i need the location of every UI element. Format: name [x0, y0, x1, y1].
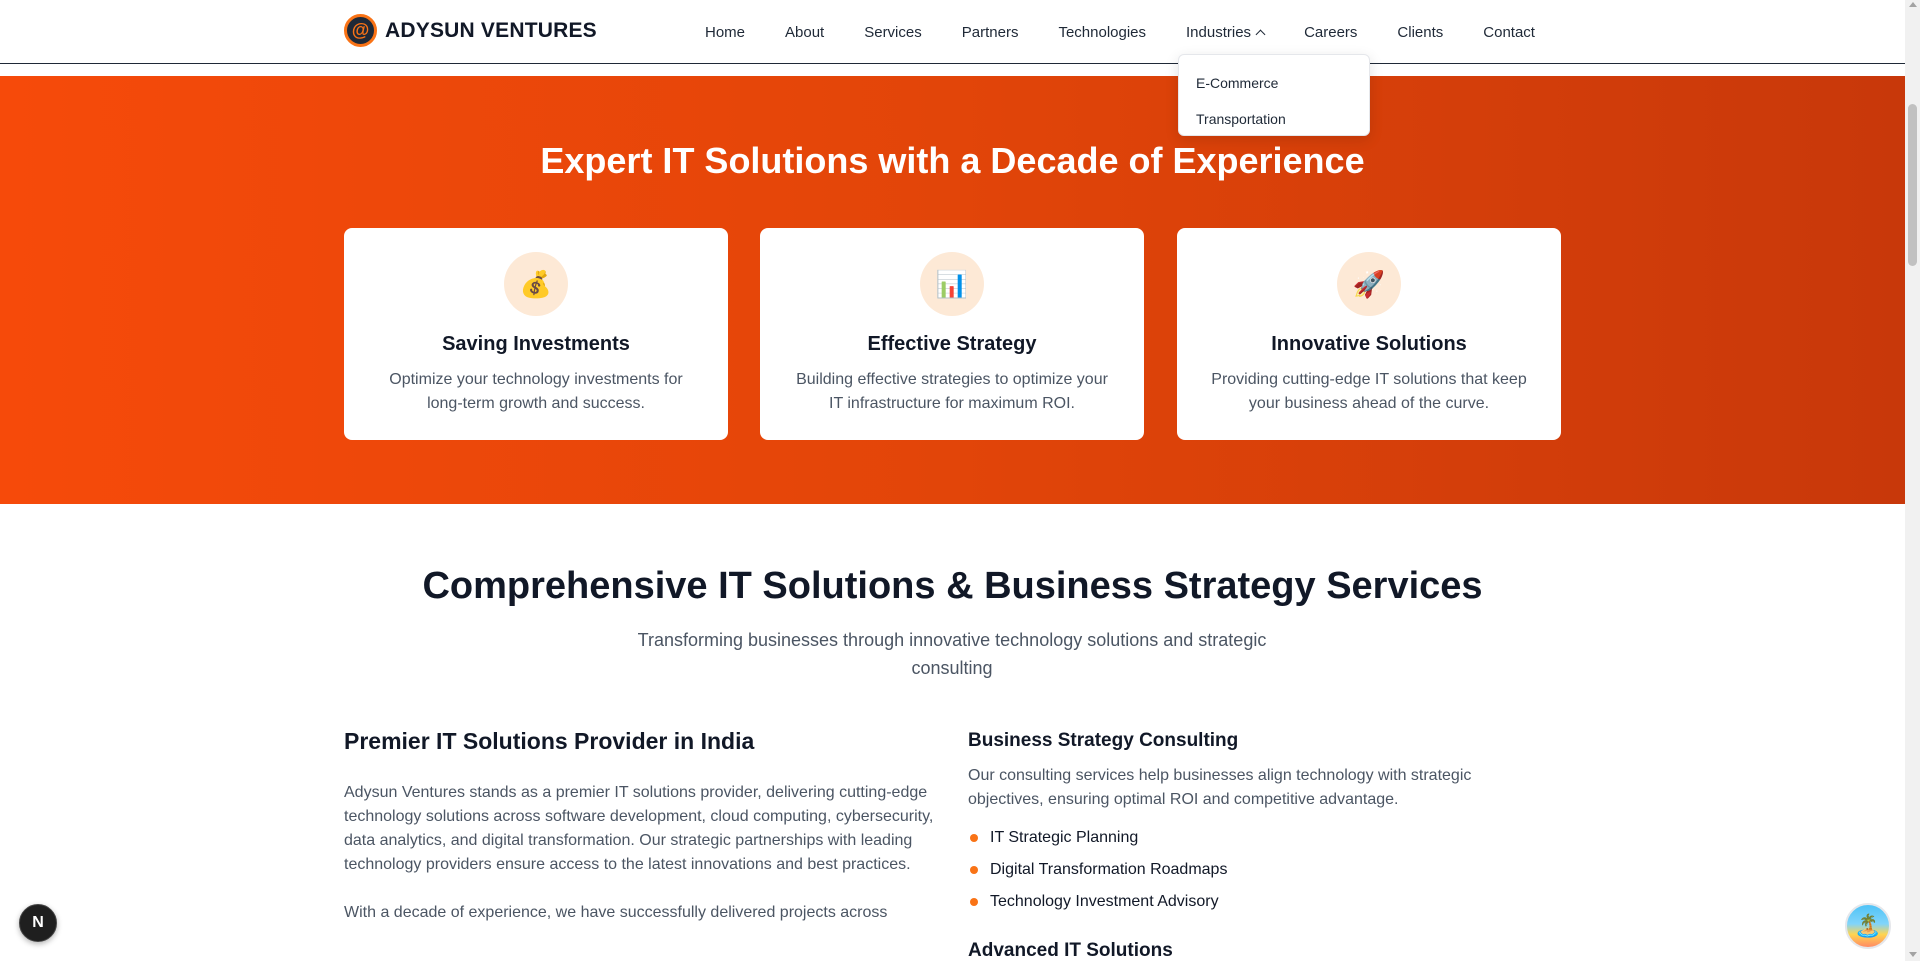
- nav-partners[interactable]: Partners: [962, 24, 1019, 41]
- dropdown-item-ecommerce[interactable]: E-Commerce: [1179, 65, 1369, 101]
- advanced-solutions-title: Advanced IT Solutions: [968, 940, 1173, 961]
- feature-card-saving: 💰 Saving Investments Optimize your techn…: [344, 228, 728, 440]
- list-item-label: Technology Investment Advisory: [990, 893, 1219, 910]
- card-description: Providing cutting-edge IT solutions that…: [1211, 371, 1527, 412]
- main-nav: Home About Services Partners Technologie…: [705, 0, 1575, 64]
- scroll-up-arrow-icon[interactable]: [1909, 2, 1917, 7]
- nav-industries-label: Industries: [1186, 23, 1252, 41]
- nextjs-dev-badge[interactable]: N: [19, 904, 57, 942]
- nav-technologies[interactable]: Technologies: [1058, 24, 1146, 41]
- section-title: Comprehensive IT Solutions & Business St…: [422, 565, 1483, 607]
- provider-column: Premier IT Solutions Provider in India A…: [344, 728, 934, 925]
- brand-logo-icon: @: [344, 14, 377, 47]
- list-item: Technology Investment Advisory: [968, 886, 1528, 918]
- provider-title: Premier IT Solutions Provider in India: [344, 728, 755, 754]
- nav-industries[interactable]: Industries: [1186, 23, 1266, 41]
- nav-contact[interactable]: Contact: [1483, 24, 1535, 41]
- card-description: Building effective strategies to optimiz…: [796, 371, 1108, 412]
- consulting-description: Our consulting services help businesses …: [968, 767, 1472, 808]
- nav-about[interactable]: About: [785, 24, 824, 41]
- industries-dropdown: E-Commerce Transportation: [1178, 54, 1370, 136]
- consulting-list: IT Strategic Planning Digital Transforma…: [968, 822, 1528, 918]
- card-title: Innovative Solutions: [1271, 333, 1467, 355]
- card-title: Effective Strategy: [867, 333, 1037, 355]
- chat-widget-icon[interactable]: 🏝️: [1845, 903, 1891, 949]
- nav-services[interactable]: Services: [864, 24, 922, 41]
- card-title: Saving Investments: [442, 333, 630, 355]
- bar-chart-icon: 📊: [920, 252, 984, 316]
- dropdown-item-transportation[interactable]: Transportation: [1179, 101, 1369, 137]
- scroll-thumb[interactable]: [1908, 104, 1917, 266]
- section-subtitle: Transforming businesses through innovati…: [637, 630, 1267, 678]
- brand-name: ADYSUN VENTURES: [385, 18, 597, 42]
- bullet-dot-icon: [970, 866, 978, 874]
- hero-section: Expert IT Solutions with a Decade of Exp…: [0, 76, 1905, 504]
- provider-paragraph-2: With a decade of experience, we have suc…: [344, 904, 888, 921]
- list-item-label: Digital Transformation Roadmaps: [990, 861, 1228, 878]
- card-description: Optimize your technology investments for…: [389, 371, 683, 412]
- chevron-up-icon: [1255, 29, 1266, 39]
- site-header: @ ADYSUN VENTURES Home About Services Pa…: [0, 0, 1905, 64]
- feature-card-strategy: 📊 Effective Strategy Building effective …: [760, 228, 1144, 440]
- feature-card-innovative: 🚀 Innovative Solutions Providing cutting…: [1177, 228, 1561, 440]
- nav-clients[interactable]: Clients: [1397, 24, 1443, 41]
- money-bag-icon: 💰: [504, 252, 568, 316]
- provider-paragraph-1: Adysun Ventures stands as a premier IT s…: [344, 784, 934, 873]
- page-scrollbar[interactable]: [1905, 0, 1920, 961]
- hero-title: Expert IT Solutions with a Decade of Exp…: [540, 140, 1365, 181]
- consulting-column: Business Strategy Consulting Our consult…: [968, 730, 1528, 961]
- nav-careers[interactable]: Careers: [1304, 24, 1357, 41]
- bullet-dot-icon: [970, 834, 978, 842]
- list-item: Digital Transformation Roadmaps: [968, 854, 1528, 886]
- consulting-title: Business Strategy Consulting: [968, 730, 1239, 751]
- list-item-label: IT Strategic Planning: [990, 829, 1139, 846]
- list-item: IT Strategic Planning: [968, 822, 1528, 854]
- brand[interactable]: @ ADYSUN VENTURES: [344, 14, 597, 47]
- nav-home[interactable]: Home: [705, 24, 745, 41]
- bullet-dot-icon: [970, 898, 978, 906]
- rocket-icon: 🚀: [1337, 252, 1401, 316]
- scroll-down-arrow-icon[interactable]: [1909, 952, 1917, 957]
